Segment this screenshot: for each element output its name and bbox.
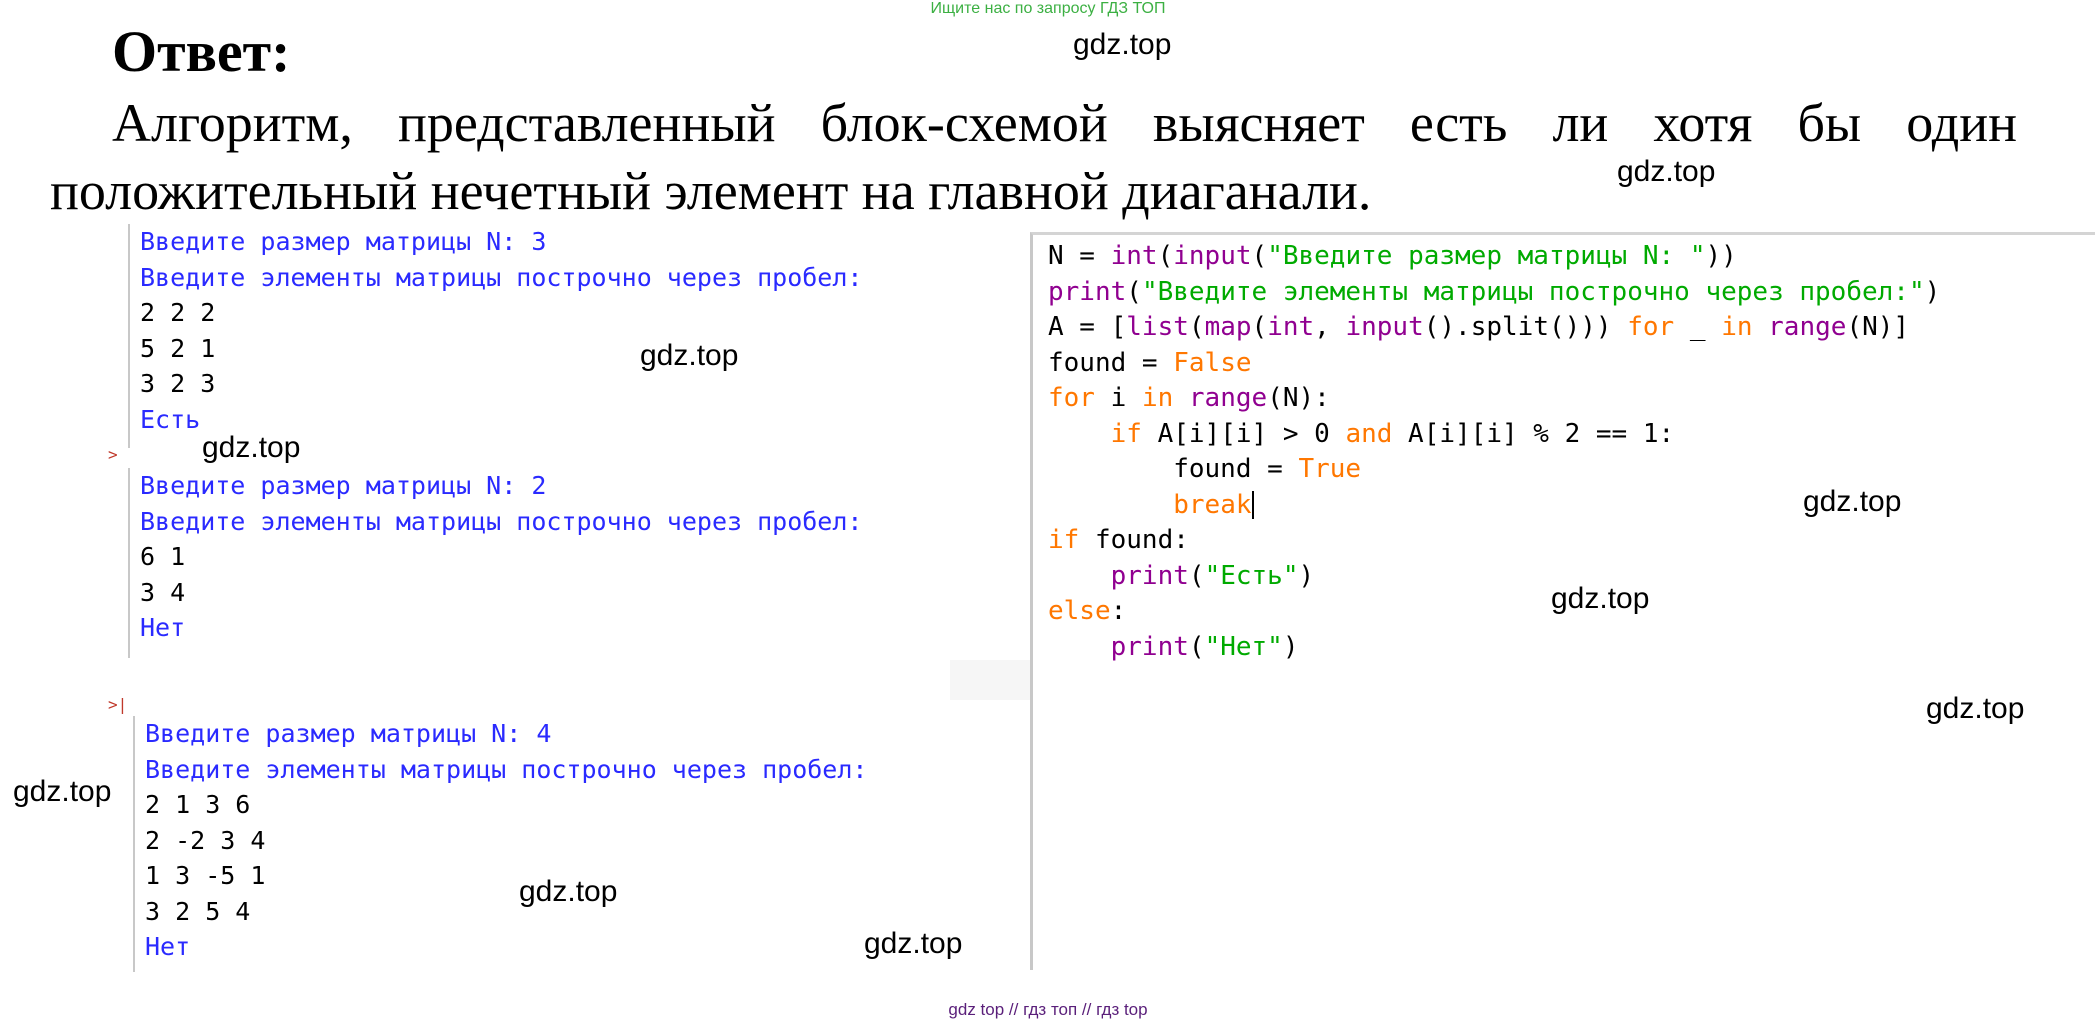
watermark: gdz.top bbox=[864, 927, 963, 960]
code-line-2: print("Введите элементы матрицы построчн… bbox=[1048, 276, 1941, 307]
console-line: 6 1 bbox=[140, 542, 186, 571]
console-line: Введите размер матрицы N: 4 bbox=[145, 719, 552, 748]
console-prompt-marker: >| bbox=[108, 695, 128, 714]
code-line-5: for i in range(N): bbox=[1048, 383, 1330, 413]
code-line-8: break bbox=[1173, 489, 1254, 520]
code-line-6: if A[i][i] > 0 and A[i][i] % 2 == 1: bbox=[1110, 418, 1675, 449]
text-caret bbox=[1251, 491, 1254, 519]
console-line: Введите размер матрицы N: 2 bbox=[140, 471, 547, 500]
console-line: 2 1 3 6 bbox=[145, 790, 251, 819]
answer-paragraph-line-1: Алгоритм, представленный блок-схемой выя… bbox=[112, 93, 2017, 153]
console-prompt-marker: > bbox=[108, 445, 118, 464]
watermark: gdz.top bbox=[202, 431, 301, 464]
console-line: Введите элементы матрицы построчно через… bbox=[140, 506, 863, 536]
watermark: gdz.top bbox=[1803, 485, 1902, 518]
code-line-9: if found: bbox=[1048, 525, 1189, 555]
watermark: gdz.top bbox=[13, 775, 112, 808]
top-banner: Ищите нас по запросу ГДЗ ТОП bbox=[930, 0, 1166, 17]
watermark: gdz.top bbox=[1617, 155, 1716, 188]
console-divider bbox=[950, 660, 1030, 700]
console-line: Нет bbox=[140, 613, 186, 642]
code-line-3: A = [list(map(int, input().split())) for… bbox=[1048, 312, 1910, 342]
watermark: gdz.top bbox=[1926, 692, 2025, 725]
console-line: 3 2 3 bbox=[140, 369, 216, 398]
code-line-1: N = int(input("Введите размер матрицы N:… bbox=[1048, 241, 1737, 271]
console-line: 2 -2 3 4 bbox=[145, 825, 266, 855]
answer-title: Ответ: bbox=[112, 19, 291, 84]
console-line: 3 4 bbox=[140, 577, 186, 607]
code-line-12: print("Нет") bbox=[1110, 631, 1299, 662]
console-line: Введите размер матрицы N: 3 bbox=[140, 227, 547, 256]
watermark: gdz.top bbox=[1551, 582, 1650, 615]
watermark: gdz.top bbox=[1073, 28, 1172, 61]
watermark: gdz.top bbox=[640, 339, 739, 372]
code-line-7: found = True bbox=[1048, 454, 1362, 484]
console-run-1: Введите размер матрицы N: 3 Введите элем… bbox=[128, 224, 1022, 448]
watermark: gdz.top bbox=[519, 875, 618, 908]
footer-links: gdz top // гдз топ // гдз top bbox=[948, 1000, 1148, 1019]
console-run-2: Введите размер матрицы N: 2 Введите элем… bbox=[128, 468, 1022, 658]
code-line-4: found = False bbox=[1048, 347, 1252, 378]
console-line: Введите элементы матрицы построчно через… bbox=[145, 754, 868, 784]
answer-paragraph-line-2: положительный нечетный элемент на главно… bbox=[50, 161, 1372, 221]
console-line: 2 2 2 bbox=[140, 298, 216, 327]
console-line: 5 2 1 bbox=[140, 333, 216, 363]
console-line: Введите элементы матрицы построчно через… bbox=[140, 262, 863, 292]
